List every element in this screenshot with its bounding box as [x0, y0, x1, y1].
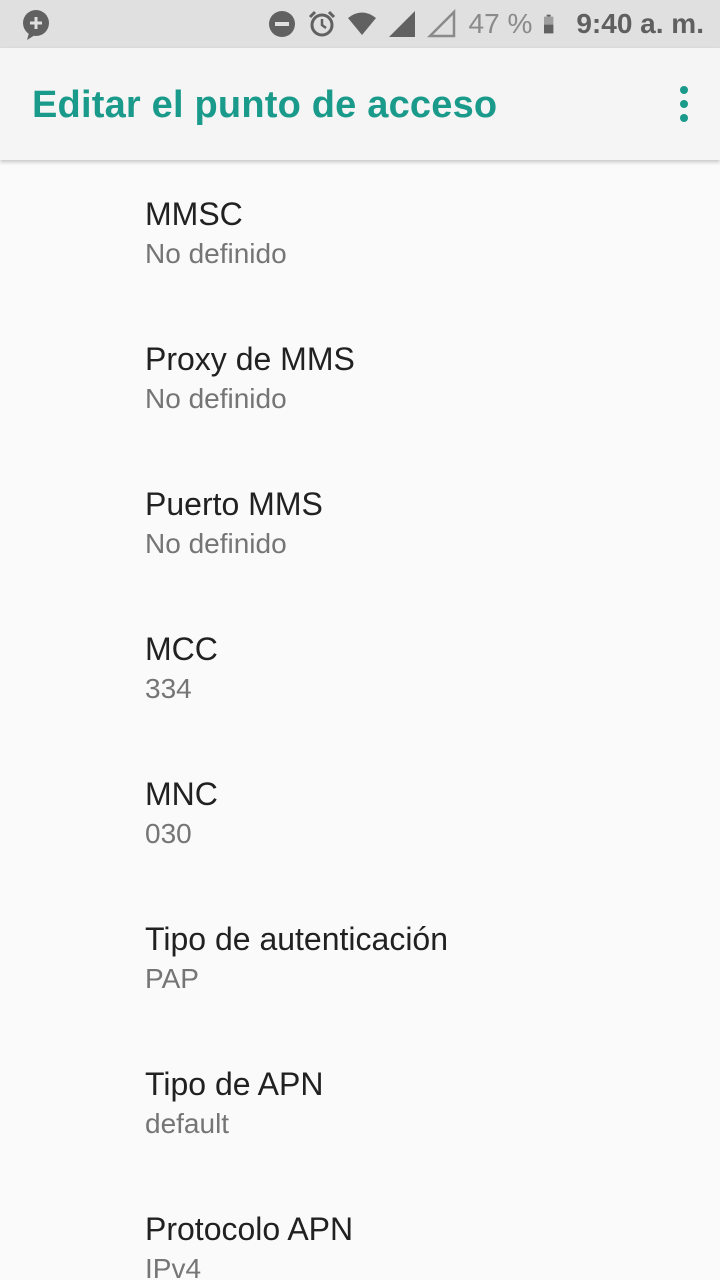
battery-percent: 47 % — [468, 8, 533, 39]
setting-value: 030 — [145, 818, 192, 849]
page-title: Editar el punto de acceso — [32, 84, 498, 126]
signal-empty-icon — [426, 9, 455, 38]
setting-value: 334 — [145, 673, 192, 704]
app-bar: Editar el punto de acceso — [0, 48, 720, 160]
setting-label: Puerto MMS — [145, 486, 323, 522]
setting-value: No definido — [145, 528, 287, 559]
setting-label: Tipo de autenticación — [145, 921, 449, 957]
setting-label: Proxy de MMS — [145, 341, 355, 377]
wifi-icon — [347, 12, 376, 35]
setting-value: PAP — [145, 963, 199, 994]
settings-list: MMSC No definido Proxy de MMS No definid… — [0, 160, 720, 1280]
setting-item-mms-port[interactable]: Puerto MMS No definido — [0, 450, 720, 595]
do-not-disturb-icon — [268, 11, 295, 37]
setting-label: Tipo de APN — [145, 1066, 324, 1102]
setting-label: MNC — [145, 776, 218, 812]
menu-dot — [680, 100, 688, 108]
setting-item-mcc[interactable]: MCC 334 — [0, 595, 720, 740]
setting-label: MMSC — [145, 196, 243, 232]
more-vert-icon[interactable] — [668, 82, 700, 126]
setting-item-mmsc[interactable]: MMSC No definido — [0, 160, 720, 305]
setting-item-mnc[interactable]: MNC 030 — [0, 740, 720, 885]
setting-label: MCC — [145, 631, 218, 667]
alarm-icon — [308, 10, 335, 37]
setting-label: Protocolo APN — [145, 1211, 354, 1247]
setting-item-apn-type[interactable]: Tipo de APN default — [0, 1030, 720, 1175]
battery-icon — [544, 14, 554, 34]
status-bar: 47 % 9:40 a. m. — [0, 0, 720, 48]
menu-dot — [680, 86, 688, 94]
notification-add-icon — [23, 10, 49, 40]
setting-value: IPv4 — [145, 1253, 202, 1280]
setting-item-auth-type[interactable]: Tipo de autenticación PAP — [0, 885, 720, 1030]
status-icons: 47 % 9:40 a. m. — [267, 0, 704, 48]
signal-icon — [388, 11, 415, 37]
setting-value: default — [145, 1108, 230, 1139]
menu-dot — [680, 114, 688, 122]
setting-item-mms-proxy[interactable]: Proxy de MMS No definido — [0, 305, 720, 450]
clock: 9:40 a. m. — [576, 8, 704, 39]
setting-item-apn-protocol[interactable]: Protocolo APN IPv4 — [0, 1175, 720, 1280]
setting-value: No definido — [145, 238, 287, 269]
setting-value: No definido — [145, 383, 287, 414]
